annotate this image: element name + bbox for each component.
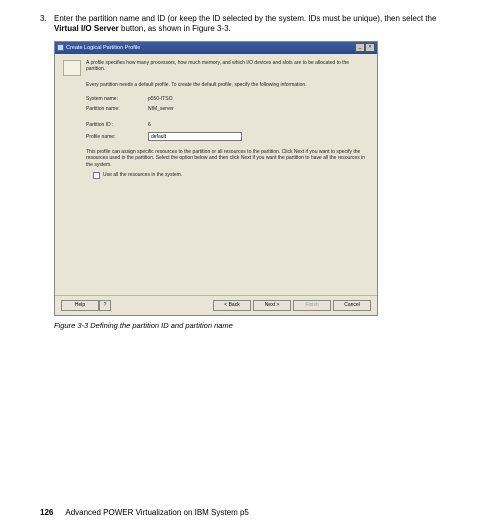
next-button[interactable]: Next >: [253, 300, 291, 311]
page-number: 126: [40, 508, 53, 517]
step-number: 3.: [40, 14, 54, 24]
system-name-value: p550-ITSO: [148, 96, 172, 102]
wizard-window: Create Logical Partition Profile _ × A p…: [54, 41, 378, 316]
use-all-resources-row[interactable]: Use all the resources in the system.: [93, 172, 369, 179]
page-footer: 126 Advanced POWER Virtualization on IBM…: [40, 508, 249, 517]
form-area: System name: p550-ITSO Partition name: N…: [86, 96, 369, 141]
use-all-resources-checkbox[interactable]: [93, 172, 100, 179]
profile-note: This profile can assign specific resourc…: [86, 149, 369, 168]
profile-name-label: Profile name:: [86, 134, 148, 140]
profile-name-input[interactable]: [148, 132, 242, 141]
partition-id-label: Partition ID :: [86, 122, 148, 128]
use-all-resources-label: Use all the resources in the system.: [103, 172, 182, 178]
wizard-icon: [63, 60, 81, 76]
titlebar: Create Logical Partition Profile _ ×: [55, 42, 377, 54]
help-dropdown-button[interactable]: ?: [99, 300, 111, 311]
cancel-button[interactable]: Cancel: [333, 300, 371, 311]
step-instruction: 3.Enter the partition name and ID (or ke…: [40, 14, 460, 35]
book-title: Advanced POWER Virtualization on IBM Sys…: [65, 508, 249, 517]
help-button[interactable]: Help: [61, 300, 99, 311]
back-button[interactable]: < Back: [213, 300, 251, 311]
minimize-button[interactable]: _: [355, 43, 365, 52]
partition-name-label: Partition name:: [86, 106, 148, 112]
app-icon: [57, 44, 64, 51]
button-bar: Help ? < Back Next > Finish Cancel: [55, 295, 377, 315]
window-controls: _ ×: [355, 43, 375, 52]
partition-name-value: NIM_server: [148, 106, 174, 112]
wizard-body: A profile specifies how many processors,…: [55, 54, 377, 295]
partition-id-value: 6: [148, 122, 151, 128]
step-text-before: Enter the partition name and ID (or keep…: [54, 14, 436, 23]
figure-caption: Figure 3-3 Defining the partition ID and…: [54, 321, 460, 330]
close-button[interactable]: ×: [365, 43, 375, 52]
finish-button: Finish: [293, 300, 331, 311]
sub-instruction: Every partition needs a default profile.…: [86, 82, 369, 88]
window-title: Create Logical Partition Profile: [66, 45, 140, 51]
step-text-bold: Virtual I/O Server: [54, 24, 119, 33]
system-name-label: System name:: [86, 96, 148, 102]
step-text-after: button, as shown in Figure 3-3.: [119, 24, 231, 33]
intro-text: A profile specifies how many processors,…: [86, 60, 369, 76]
